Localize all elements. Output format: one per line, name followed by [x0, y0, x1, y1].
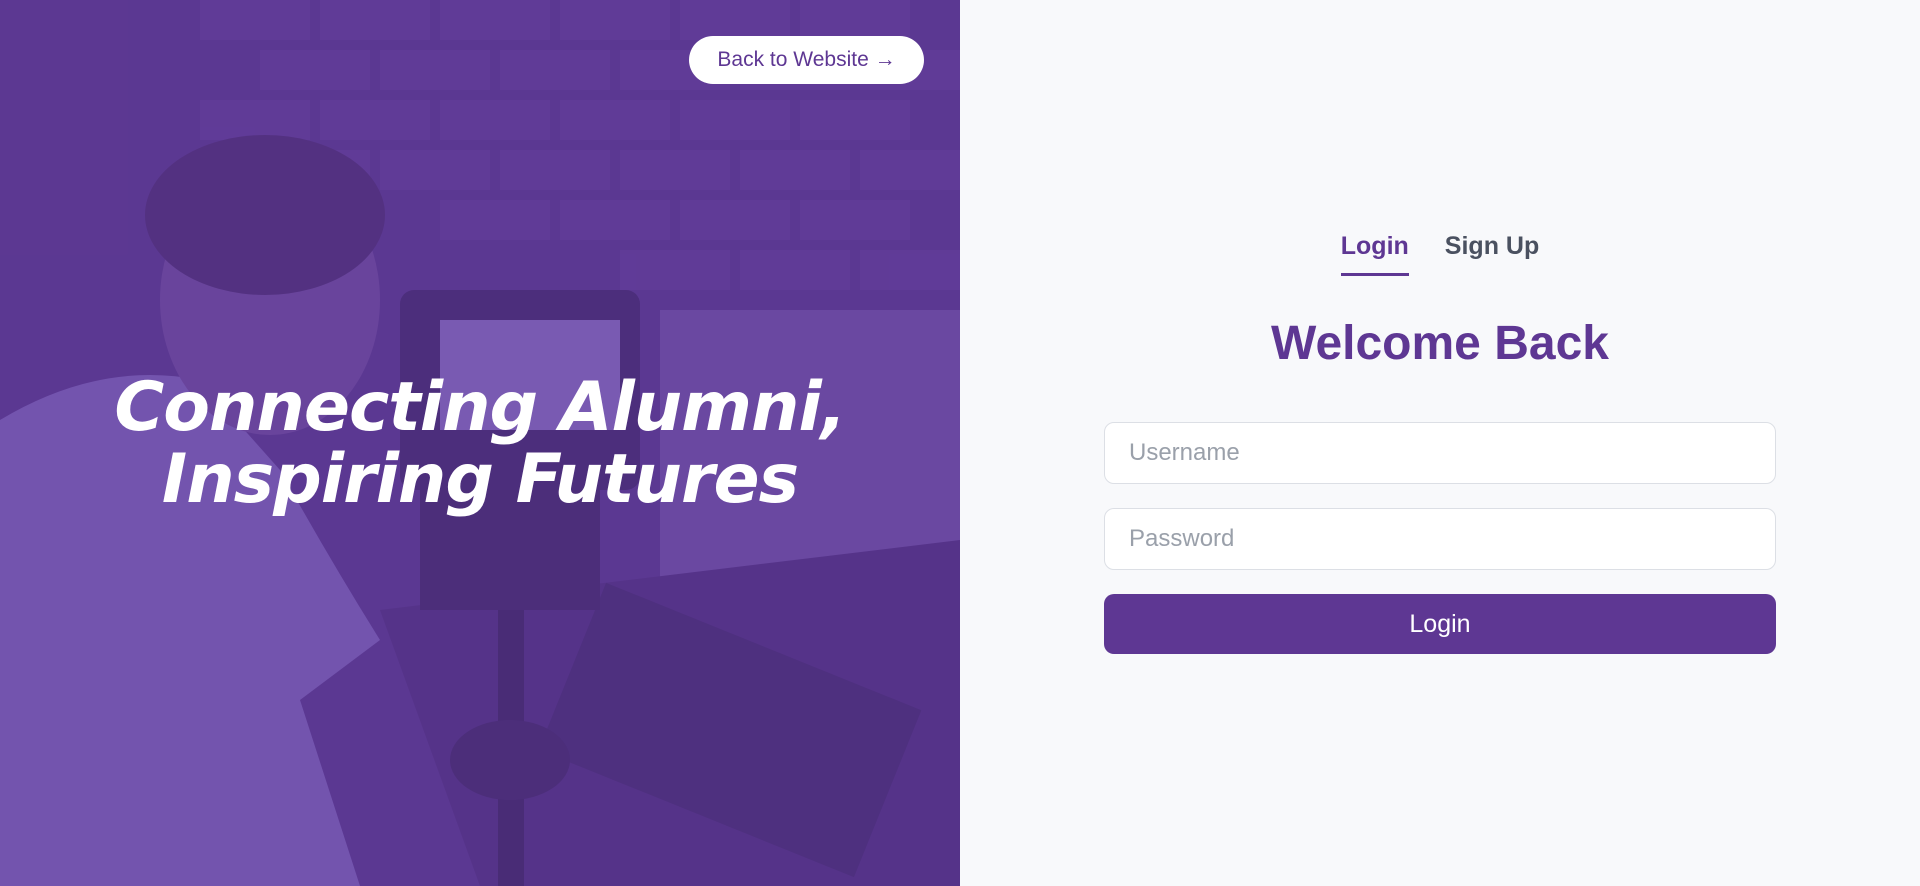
tab-login[interactable]: Login: [1340, 232, 1409, 276]
username-input[interactable]: [1104, 422, 1776, 484]
auth-tabs: Login Sign Up: [960, 232, 1920, 276]
page-title: Welcome Back: [1271, 317, 1609, 370]
hero-tagline: Connecting Alumni, Inspiring Futures: [0, 372, 960, 516]
hero-panel: Back to Website → Connecting Alumni, Ins…: [0, 0, 960, 886]
tagline-line-1: Connecting Alumni,: [114, 368, 846, 447]
tagline-line-2: Inspiring Futures: [161, 440, 799, 519]
back-to-website-button[interactable]: Back to Website →: [689, 36, 924, 84]
login-submit-button[interactable]: Login: [1104, 594, 1776, 654]
tab-sign-up[interactable]: Sign Up: [1445, 232, 1539, 276]
auth-panel: Login Sign Up Welcome Back Login: [960, 0, 1920, 886]
password-input[interactable]: [1104, 508, 1776, 570]
